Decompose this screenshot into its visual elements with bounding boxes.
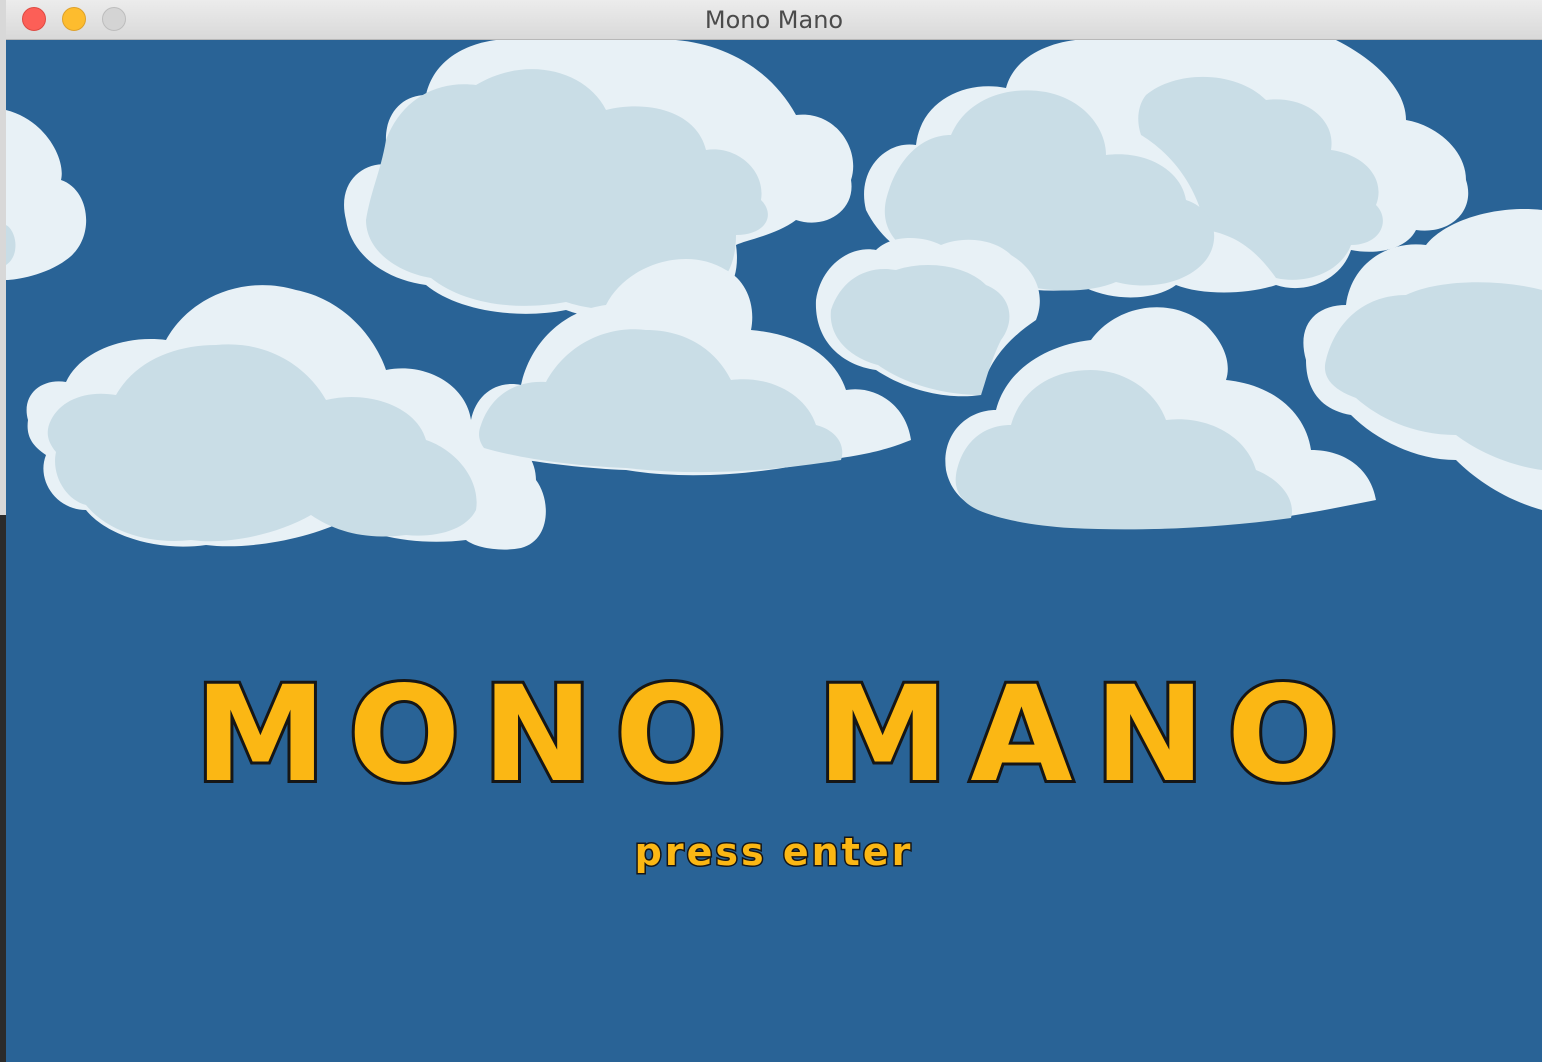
game-window: Mono Mano MONO MANO press enter [6,0,1542,1062]
cloud-top-center [344,40,854,320]
window-title: Mono Mano [704,6,844,34]
game-canvas[interactable]: MONO MANO press enter [6,40,1542,1062]
cloud-bottom-left [26,285,546,550]
cloud-mid-right [815,238,1040,397]
game-logo: MONO MANO [192,657,1362,813]
title-bar[interactable]: Mono Mano [6,0,1542,40]
press-enter-prompt: press enter [633,829,914,876]
cloud-far-left [6,110,87,280]
cloud-layer [6,40,1542,550]
